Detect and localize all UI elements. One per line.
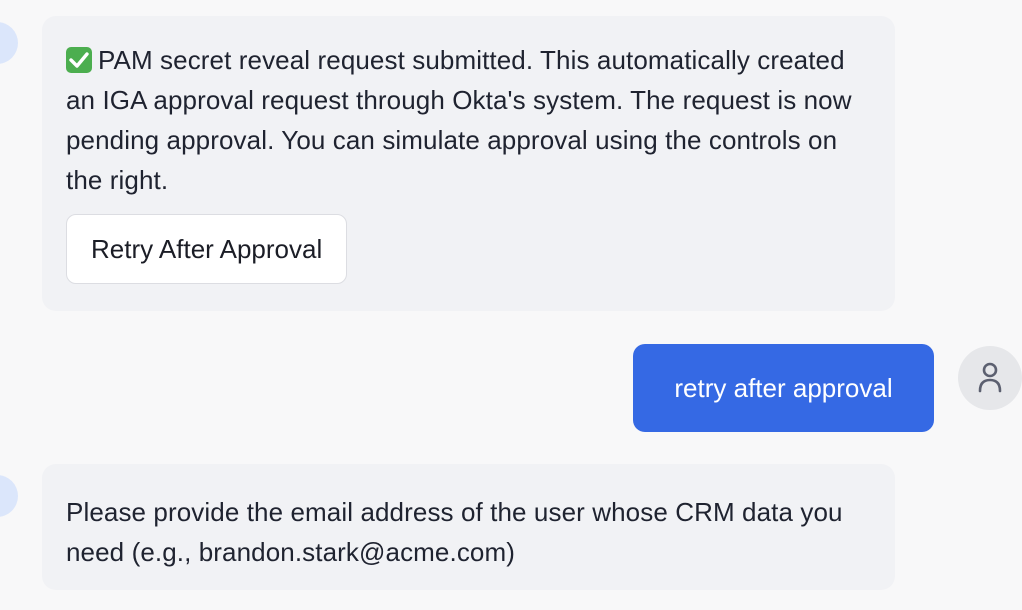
assistant-message-text: Please provide the email address of the … [66, 497, 843, 567]
user-avatar [958, 346, 1022, 410]
assistant-message: Please provide the email address of the … [42, 464, 895, 590]
assistant-message-text: PAM secret reveal request submitted. Thi… [66, 40, 871, 200]
assistant-avatar [0, 475, 18, 517]
user-message: retry after approval [633, 344, 934, 432]
check-mark-button-icon [66, 47, 92, 73]
assistant-avatar [0, 22, 18, 64]
retry-after-approval-button[interactable]: Retry After Approval [66, 214, 348, 284]
assistant-message-body: PAM secret reveal request submitted. Thi… [66, 45, 852, 195]
user-icon [978, 362, 1002, 393]
assistant-message: PAM secret reveal request submitted. Thi… [42, 16, 895, 311]
